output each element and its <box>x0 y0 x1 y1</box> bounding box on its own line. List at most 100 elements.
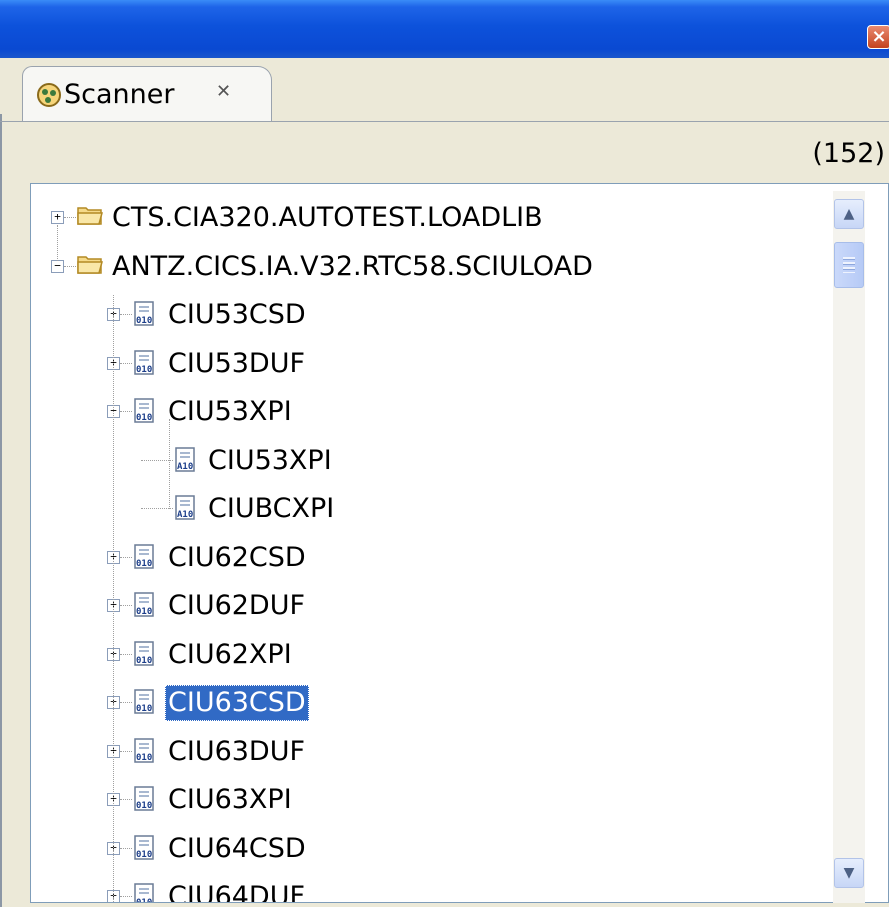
folder-icon <box>77 204 103 230</box>
tree-item[interactable]: +010 CIU63XPI <box>31 776 831 824</box>
vertical-scrollbar[interactable] <box>833 191 865 903</box>
svg-text:010: 010 <box>136 316 152 326</box>
binary-file-icon: 010 <box>133 883 157 903</box>
tree-connector <box>120 605 132 606</box>
tree-connector <box>120 799 132 800</box>
tree-item-label: CIU64CSD <box>168 832 306 864</box>
tree-connector <box>64 217 76 218</box>
tree-item-label: CIUBCXPI <box>208 493 335 524</box>
folder-icon <box>77 253 103 279</box>
tree-item-label: CIU63XPI <box>168 784 292 815</box>
tree-item[interactable]: +010 CIU64CSD <box>31 825 831 873</box>
svg-text:010: 010 <box>136 898 152 903</box>
tree-connector <box>120 411 132 412</box>
tree-item-label: CIU62CSD <box>168 541 306 573</box>
tree-item-label: CIU62XPI <box>168 638 292 670</box>
binary-file-icon: 010 <box>133 737 157 768</box>
tree-item[interactable]: +010 CIU64DUF <box>31 873 831 903</box>
expand-toggle-icon[interactable]: + <box>51 211 64 224</box>
tree-item[interactable]: −010 CIU53XPI <box>31 388 831 436</box>
binary-module-icon: A10 <box>173 446 199 477</box>
tree-connector <box>64 265 76 267</box>
collapse-toggle-icon[interactable]: − <box>51 259 64 273</box>
title-bar[interactable] <box>0 0 889 58</box>
tree-item[interactable]: +010 CIU62XPI <box>31 631 831 679</box>
scanner-icon <box>37 83 61 107</box>
tree-item-label: CIU62DUF <box>168 590 306 621</box>
binary-file-icon-graphic: 010 <box>134 689 154 714</box>
binary-file-icon-graphic: 010 <box>134 301 154 326</box>
app-window: × Scanner ✕ (152) + CTS.CIA320.AUTOTEST.L… <box>0 0 889 907</box>
binary-file-icon-graphic: 010 <box>134 640 154 666</box>
tree-item[interactable]: +010 CIU63CSD <box>31 679 831 727</box>
scroll-down-button[interactable]: ▼ <box>834 858 864 888</box>
svg-text:010: 010 <box>136 753 152 763</box>
binary-file-icon-graphic: 010 <box>134 786 154 811</box>
tree-item[interactable]: A10 CIUBCXPI <box>31 485 831 533</box>
binary-file-icon: 010 <box>133 592 157 622</box>
scroll-up-button[interactable]: ▲ <box>834 199 864 229</box>
binary-file-icon: 010 <box>133 398 157 428</box>
scroll-thumb-grip <box>843 257 855 273</box>
tree-item-label: CIU53XPI <box>168 396 292 427</box>
tree-item-label: CIU53DUF <box>168 347 306 379</box>
tree-item-label: CIU64DUF <box>168 881 306 903</box>
item-count: (152) <box>812 138 885 169</box>
binary-file-icon: 010 <box>133 301 157 331</box>
tree-connector <box>120 702 132 703</box>
tree-item[interactable]: +010 CIU62CSD <box>31 534 831 582</box>
svg-text:A10: A10 <box>177 510 193 520</box>
binary-file-icon: 010 <box>133 543 157 574</box>
svg-text:010: 010 <box>136 365 152 375</box>
tree-connector <box>113 295 114 902</box>
tree-connector <box>169 419 170 509</box>
binary-file-icon-graphic: 010 <box>134 883 154 903</box>
folder-icon-graphic <box>77 207 103 225</box>
tree-connector <box>120 362 132 364</box>
svg-text:010: 010 <box>136 656 152 666</box>
binary-file-icon-graphic: 010 <box>134 543 154 569</box>
tree-connector <box>120 896 132 897</box>
tree-item[interactable]: A10 CIU53XPI <box>31 437 831 485</box>
tree-connector <box>120 750 132 752</box>
binary-file-icon-graphic: 010 <box>134 834 154 860</box>
tree-connector <box>120 556 132 558</box>
svg-text:010: 010 <box>136 607 152 617</box>
binary-file-icon: 010 <box>133 640 157 671</box>
svg-text:010: 010 <box>136 801 152 811</box>
binary-file-icon: 010 <box>133 834 157 865</box>
folder-icon-graphic <box>77 255 103 274</box>
binary-file-icon-graphic: 010 <box>134 349 154 375</box>
tree-item-label: CIU63DUF <box>168 735 306 767</box>
tree-item-label: CIU53XPI <box>208 444 332 476</box>
dataset-tree[interactable]: + CTS.CIA320.AUTOTEST.LOADLIB − ANTZ.CICS.I… <box>30 183 889 903</box>
tree-connector <box>120 653 132 655</box>
svg-text:010: 010 <box>136 704 152 714</box>
binary-file-icon: 010 <box>133 689 157 719</box>
svg-text:010: 010 <box>136 559 152 569</box>
tree-item-label: CTS.CIA320.AUTOTEST.LOADLIB <box>112 202 543 233</box>
binary-file-icon-graphic: 010 <box>134 737 154 763</box>
tree-connector <box>120 314 132 315</box>
binary-module-icon-graphic: A10 <box>175 495 195 520</box>
tree-item-label: CIU63CSD <box>165 685 309 721</box>
binary-file-icon: 010 <box>133 786 157 816</box>
tree-connector <box>57 225 58 261</box>
tree-item-label: CIU53CSD <box>168 299 306 330</box>
window-close-button[interactable]: × <box>867 25 889 49</box>
tree-item[interactable]: +010 CIU53DUF <box>31 340 831 388</box>
svg-text:A10: A10 <box>177 462 193 472</box>
tree-item[interactable]: + CTS.CIA320.AUTOTEST.LOADLIB <box>31 194 831 242</box>
tab-label: Scanner <box>64 79 175 110</box>
tree-item[interactable]: +010 CIU53CSD <box>31 291 831 339</box>
svg-text:010: 010 <box>136 850 152 860</box>
tree-item[interactable]: +010 CIU62DUF <box>31 582 831 630</box>
binary-file-icon: 010 <box>133 349 157 380</box>
binary-module-icon-graphic: A10 <box>175 446 195 472</box>
tree-item-label: ANTZ.CICS.IA.V32.RTC58.SCIULOAD <box>112 250 593 282</box>
tab-close-icon[interactable]: ✕ <box>216 80 231 104</box>
svg-text:010: 010 <box>136 413 152 423</box>
tree-item[interactable]: − ANTZ.CICS.IA.V32.RTC58.SCIULOAD <box>31 243 831 291</box>
binary-file-icon-graphic: 010 <box>134 592 154 617</box>
tree-item[interactable]: +010 CIU63DUF <box>31 728 831 776</box>
